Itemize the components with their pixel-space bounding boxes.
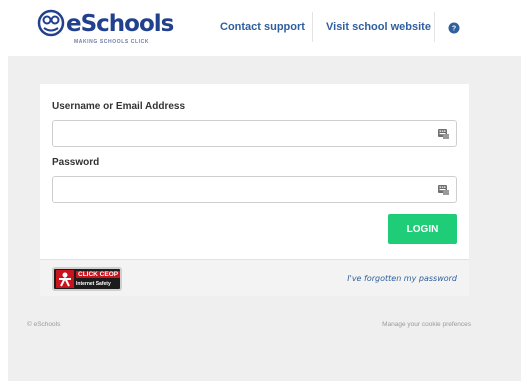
svg-text:?: ?	[452, 26, 456, 33]
eschools-logo[interactable]: eSchools MAKING SCHOOLS CLICK	[36, 8, 176, 48]
password-field-wrapper	[52, 176, 457, 203]
nav-divider	[312, 12, 313, 42]
help-button[interactable]: ?	[446, 20, 462, 36]
logo-tagline: MAKING SCHOOLS CLICK	[74, 39, 150, 45]
virtual-keyboard-icon[interactable]	[438, 129, 449, 139]
virtual-keyboard-icon[interactable]	[438, 185, 449, 195]
username-field-wrapper	[52, 120, 457, 147]
logo-wordmark: eSchools	[66, 11, 174, 37]
ceop-subtitle: Internet Safety	[76, 281, 111, 287]
cookie-preferences-link[interactable]: Manage your cookie prefences	[382, 321, 471, 328]
forgot-password-link[interactable]: I've forgotten my password	[347, 274, 457, 283]
password-input[interactable]	[53, 177, 433, 202]
username-input[interactable]	[53, 121, 433, 146]
contact-support-link[interactable]: Contact support	[220, 21, 305, 33]
login-card: Username or Email Address Password LOGIN	[40, 84, 469, 296]
eschools-logo-icon	[37, 9, 65, 37]
help-circle-icon: ?	[448, 22, 460, 34]
visit-school-website-link[interactable]: Visit school website	[326, 21, 431, 33]
login-card-footer: CLICK CEOP Internet Safety I've forgotte…	[40, 259, 469, 296]
nav-divider	[434, 12, 435, 42]
username-label: Username or Email Address	[52, 101, 186, 112]
top-header: eSchools MAKING SCHOOLS CLICK Contact su…	[0, 0, 529, 56]
password-label: Password	[52, 157, 100, 168]
ceop-person-icon	[56, 270, 74, 288]
ceop-title: CLICK CEOP	[76, 271, 120, 278]
login-button[interactable]: LOGIN	[388, 214, 457, 244]
click-ceop-badge[interactable]: CLICK CEOP Internet Safety	[52, 267, 122, 291]
copyright-text: © eSchools	[27, 321, 61, 328]
